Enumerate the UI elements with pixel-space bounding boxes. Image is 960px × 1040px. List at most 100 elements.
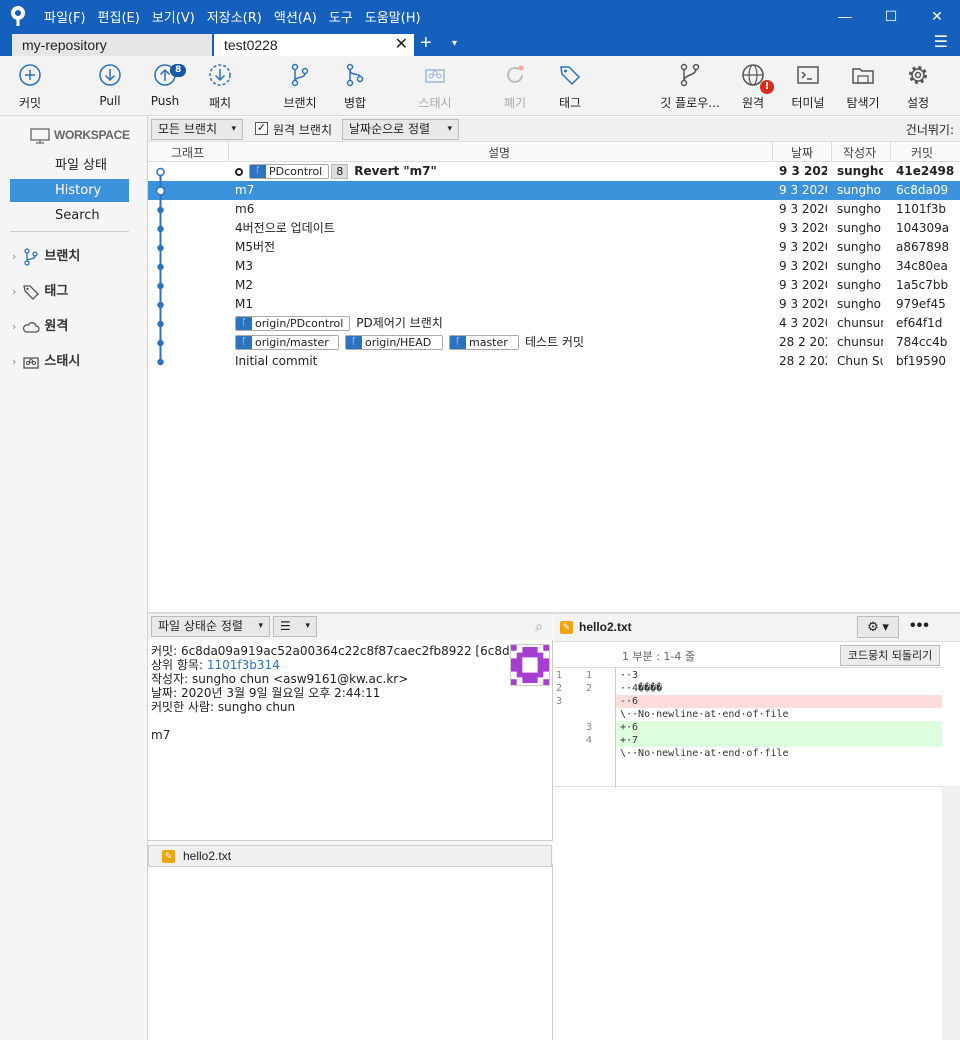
file-sort-value: 파일 상태순 정렬 (158, 619, 243, 633)
view-mode-dropdown[interactable]: ☰ ▾ (273, 616, 317, 637)
diff-scrollbar[interactable] (942, 668, 960, 786)
sidebar-group-stashes[interactable]: › 스태시 (12, 350, 80, 371)
branch-tag[interactable]: ᚴ PDcontrol (249, 164, 330, 179)
commit-date: 9 3 2020 (779, 183, 827, 197)
commit-row-selected[interactable]: m7 9 3 2020 sungho chun 6c8da09 (148, 181, 960, 200)
sidebar-group-branches[interactable]: › 브랜치 (12, 245, 80, 266)
graph-node (156, 167, 165, 177)
git-flow-button[interactable]: 깃 플로우... (655, 62, 725, 111)
maximize-button[interactable]: ☐ (868, 0, 914, 32)
column-graph[interactable]: 그래프 (171, 144, 204, 161)
settings-button[interactable]: 설정 (883, 62, 953, 111)
tab-close-icon[interactable]: ✕ (395, 34, 408, 56)
sidebar-group-remotes[interactable]: › 원격 (12, 315, 68, 336)
avatar (510, 644, 550, 686)
column-divider[interactable] (831, 142, 832, 162)
commit-button[interactable]: 커밋 (0, 62, 65, 111)
chevron-down-icon: ▾ (305, 621, 310, 631)
graph-node (157, 339, 164, 347)
stash-icon (425, 69, 445, 83)
commit-row[interactable]: M2 9 3 2020 sungho chun 1a5c7bb (148, 276, 960, 295)
column-date[interactable]: 날짜 (791, 144, 813, 161)
commit-description: M5버전 (235, 240, 276, 254)
remote-branches-checkbox[interactable]: ✓ (255, 122, 268, 135)
diff-line: \··No·newline·at·end·of·file (554, 747, 942, 760)
sidebar-item-history[interactable]: History (10, 179, 129, 202)
new-tab-button[interactable]: + (420, 32, 432, 54)
branch-icon: ᚴ (450, 336, 466, 349)
column-commit[interactable]: 커밋 (911, 144, 933, 161)
branch-icon (291, 63, 309, 87)
column-author[interactable]: 작성자 (843, 144, 876, 161)
menu-help[interactable]: 도움말(H) (365, 7, 421, 26)
revert-hunk-button[interactable]: 코드뭉치 되돌리기 (840, 645, 940, 666)
hamburger-menu-icon[interactable]: ☰ (934, 32, 948, 54)
graph-node (157, 263, 164, 271)
menu-edit[interactable]: 편집(E) (98, 7, 140, 26)
commit-row[interactable]: 4버전으로 업데이트 9 3 2020 sungho chun 104309a (148, 219, 960, 238)
column-divider[interactable] (772, 142, 773, 162)
column-description[interactable]: 설명 (488, 144, 510, 161)
commit-hash: bf19590 (896, 354, 947, 368)
remote-branch-tag[interactable]: ᚴ origin/master (235, 335, 339, 350)
close-button[interactable]: ✕ (914, 0, 960, 32)
commit-row[interactable]: m6 9 3 2020 sungho chun 1101f3b (148, 200, 960, 219)
commit-full-hash: 6c8da09a919ac52a00364c22c8f87caec2fb8922… (180, 644, 537, 658)
tab-my-repository[interactable]: my-repository (12, 34, 212, 56)
search-icon[interactable]: ⌕ (535, 618, 543, 635)
commit-info: 커밋: 6c8da09a919ac52a00364c22c8f87caec2fb… (151, 644, 537, 742)
commit-date: 28 2 2020 (779, 354, 827, 368)
diff-line-text: +·7 (620, 735, 639, 746)
commit-row[interactable]: M5버전 9 3 2020 sungho chun a867898 (148, 238, 960, 257)
commit-author: sungho chun (837, 259, 883, 273)
ahead-count-badge: 8 (331, 164, 349, 179)
parent-commit-link[interactable]: 1101f3b314 (207, 658, 280, 672)
tab-test0228[interactable]: test0228 ✕ (214, 34, 414, 56)
menu-view[interactable]: 보기(V) (152, 7, 195, 26)
more-options-icon[interactable]: ••• (910, 617, 930, 635)
commit-row[interactable]: M3 9 3 2020 sungho chun 34c80ea (148, 257, 960, 276)
sidebar-group-tags[interactable]: › 태그 (12, 280, 68, 301)
sidebar-item-file-status[interactable]: 파일 상태 (10, 154, 129, 177)
commit-row[interactable]: M1 9 3 2020 sungho chun 979ef45 (148, 295, 960, 314)
commit-date: 28 2 2020 (779, 335, 827, 349)
file-sort-dropdown[interactable]: 파일 상태순 정렬 ▾ (151, 616, 270, 637)
diff-line: \··No·newline·at·end·of·file (554, 708, 942, 721)
menu-repository[interactable]: 저장소(R) (207, 7, 262, 26)
menu-actions[interactable]: 액션(A) (274, 7, 317, 26)
commit-row[interactable]: ᚴPDcontrol8Revert "m7" 9 3 2020 sungho 4… (148, 162, 960, 181)
push-count-badge: 8 (170, 64, 187, 77)
commit-row[interactable]: ᚴ origin/master ᚴ origin/HEAD ᚴ master 테스트 커밋 … (148, 333, 960, 352)
remote-branch-tag[interactable]: ᚴ origin/PDcontrol (235, 316, 351, 331)
merge-button[interactable]: 병합 (320, 62, 390, 111)
commit-hash: 104309a (896, 221, 950, 235)
stash-button[interactable]: 스태시 (400, 62, 470, 111)
tab-list-dropdown[interactable]: ▾ (452, 32, 457, 56)
merge-label: 병합 (343, 96, 367, 110)
fetch-button[interactable]: 패치 (185, 62, 255, 111)
branch-filter-dropdown[interactable]: 모든 브랜치 ▾ (151, 119, 243, 140)
minimize-button[interactable]: — (822, 0, 868, 32)
remote-head-tag[interactable]: ᚴ origin/HEAD (345, 335, 443, 350)
commit-author: sungho (837, 164, 883, 178)
commit-description: m7 (235, 183, 255, 197)
commit-row[interactable]: Initial commit 28 2 2020 Chun Sungho bf1… (148, 352, 960, 371)
diff-options-button[interactable]: ⚙ ▾ (857, 616, 899, 638)
tag-button[interactable]: 태그 (535, 62, 605, 111)
column-divider[interactable] (228, 142, 229, 162)
sidebar-item-search[interactable]: Search (10, 204, 129, 227)
workspace-header: WORKSPACE (30, 128, 130, 144)
terminal-icon (797, 66, 819, 84)
remote-branches-label: 원격 브랜치 (273, 123, 333, 137)
old-line-number: 2 (556, 683, 563, 694)
branch-tag[interactable]: ᚴ master (449, 335, 519, 350)
diff-line-text: \··No·newline·at·end·of·file (620, 709, 789, 720)
menu-file[interactable]: 파일(F) (44, 7, 86, 26)
column-divider[interactable] (890, 142, 891, 162)
panel-scrollbar[interactable] (942, 786, 960, 1040)
sort-dropdown[interactable]: 날짜순으로 정렬 ▾ (342, 119, 459, 140)
commit-row[interactable]: ᚴorigin/PDcontrolPD제어기 브랜치 4 3 2020 chun… (148, 314, 960, 333)
changed-file-item[interactable]: ✎ hello2.txt (148, 845, 552, 867)
diff-line-text: ··3 (620, 670, 639, 681)
menu-tools[interactable]: 도구 (329, 7, 353, 26)
